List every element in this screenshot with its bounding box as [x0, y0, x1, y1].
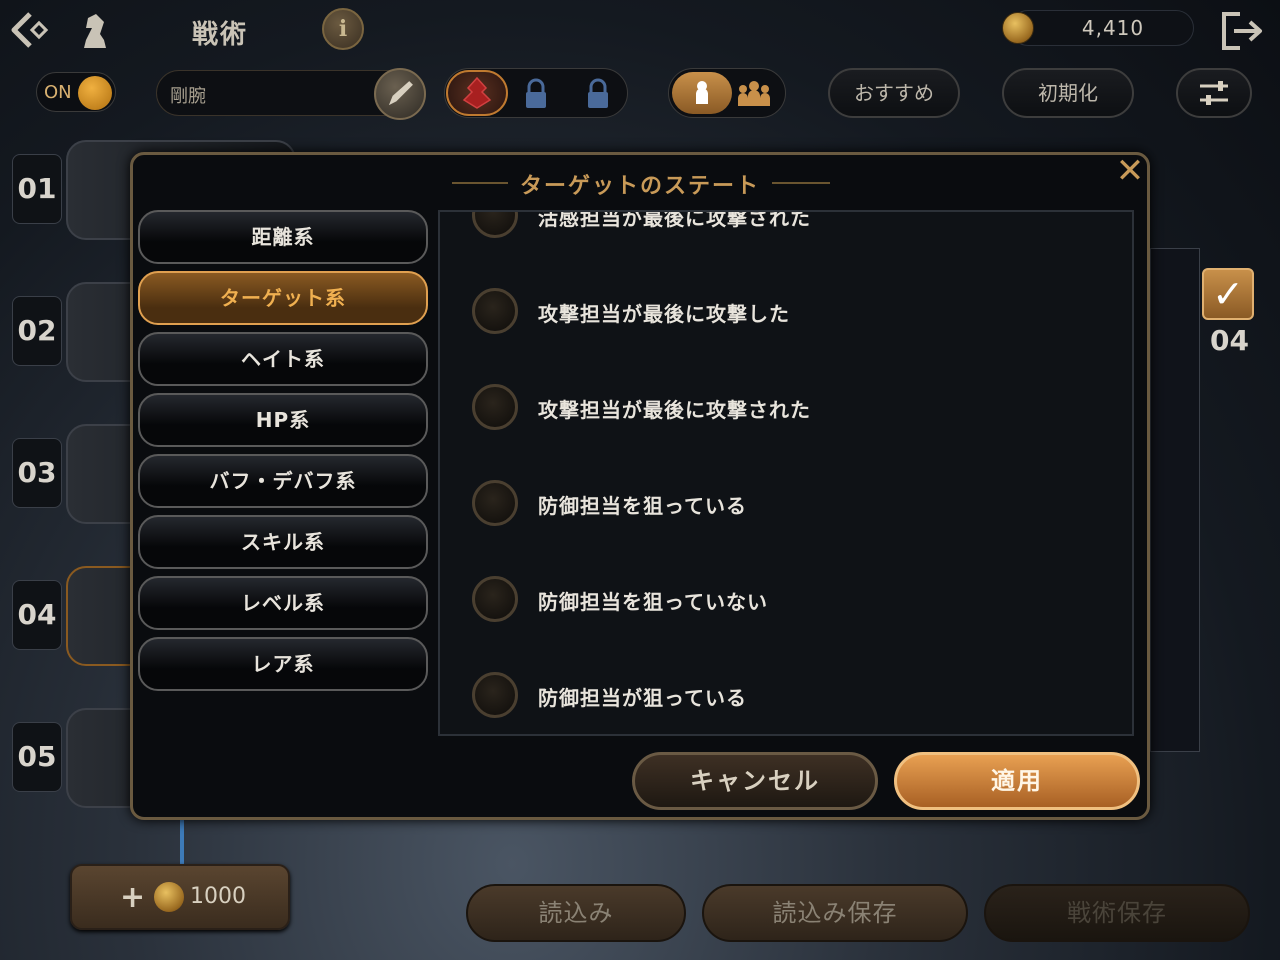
radio-button[interactable] — [472, 212, 518, 238]
screen-title: 戦術 — [192, 20, 249, 50]
crest-icon — [462, 76, 492, 109]
toggle-label: ON — [44, 82, 72, 103]
category-hp[interactable]: HP系 — [138, 393, 428, 447]
close-icon[interactable]: ✕ — [1112, 154, 1148, 190]
option-label: 攻撃担当が最後に攻撃した — [538, 302, 790, 326]
slot-number[interactable]: 04 — [12, 580, 62, 650]
slot-connector — [180, 820, 184, 864]
plus-icon: + — [120, 880, 146, 915]
lock-icon[interactable] — [522, 78, 550, 110]
reset-button[interactable]: 初期化 — [1002, 68, 1134, 118]
category-skill[interactable]: スキル系 — [138, 515, 428, 569]
slot-number[interactable]: 05 — [12, 722, 62, 792]
radio-button[interactable] — [472, 576, 518, 622]
option-label: 攻撃担当が最後に攻撃された — [538, 398, 811, 422]
sliders-icon — [1200, 81, 1228, 105]
back-icon[interactable] — [8, 8, 52, 52]
cancel-button[interactable]: キャンセル — [632, 752, 878, 810]
option-label: 防御担当を狙っていない — [538, 590, 768, 614]
radio-button[interactable] — [472, 672, 518, 718]
load-save-button[interactable]: 読込み保存 — [702, 884, 968, 942]
category-hate[interactable]: ヘイト系 — [138, 332, 428, 386]
toggle-knob[interactable] — [78, 76, 112, 110]
modal-title: ターゲットのステート — [508, 168, 772, 200]
radio-button[interactable] — [472, 384, 518, 430]
edit-pen-icon[interactable] — [374, 68, 426, 120]
slot-number[interactable]: 02 — [12, 296, 62, 366]
load-button[interactable]: 読込み — [466, 884, 686, 942]
info-button[interactable]: i — [322, 8, 364, 50]
exit-icon[interactable] — [1218, 8, 1266, 54]
currency-value: 4,410 — [1081, 16, 1145, 40]
tactic-save-button[interactable]: 戦術保存 — [984, 884, 1250, 942]
side-slot-number: 04 — [1210, 324, 1249, 357]
person-icon — [696, 81, 708, 104]
radio-button[interactable] — [472, 288, 518, 334]
single-mode-button[interactable] — [672, 72, 732, 114]
checkbox-checked-icon[interactable]: ✓ — [1202, 268, 1254, 320]
radio-button[interactable] — [472, 480, 518, 526]
tactic-detail-panel — [1150, 248, 1200, 752]
slot-number[interactable]: 03 — [12, 438, 62, 508]
tactic-name-text: 剛腕 — [170, 86, 206, 107]
tactic-slot-active[interactable] — [446, 70, 508, 116]
filter-settings-button[interactable] — [1176, 68, 1252, 118]
option-label: 防御担当が狙っている — [538, 686, 747, 710]
apply-button[interactable]: 適用 — [894, 752, 1140, 810]
coin-icon — [154, 882, 184, 912]
option-label: 活感担当が最後に攻撃された — [538, 210, 811, 230]
recommend-button[interactable]: おすすめ — [828, 68, 960, 118]
knight-icon[interactable] — [76, 10, 114, 50]
top-bar: 戦術 i 4,410 — [0, 0, 1280, 60]
option-label: 防御担当を狙っている — [538, 494, 747, 518]
group-icon[interactable] — [736, 76, 772, 110]
category-distance[interactable]: 距離系 — [138, 210, 428, 264]
lock-icon[interactable] — [584, 78, 612, 110]
category-level[interactable]: レベル系 — [138, 576, 428, 630]
coin-icon — [1002, 12, 1034, 44]
options-list[interactable]: 活感担当が最後に攻撃された 攻撃担当が最後に攻撃した 攻撃担当が最後に攻撃された… — [438, 210, 1134, 736]
add-slot-cost: 1000 — [190, 884, 246, 909]
category-target[interactable]: ターゲット系 — [138, 271, 428, 325]
category-buff-debuff[interactable]: バフ・デバフ系 — [138, 454, 428, 508]
category-rare[interactable]: レア系 — [138, 637, 428, 691]
slot-number[interactable]: 01 — [12, 154, 62, 224]
